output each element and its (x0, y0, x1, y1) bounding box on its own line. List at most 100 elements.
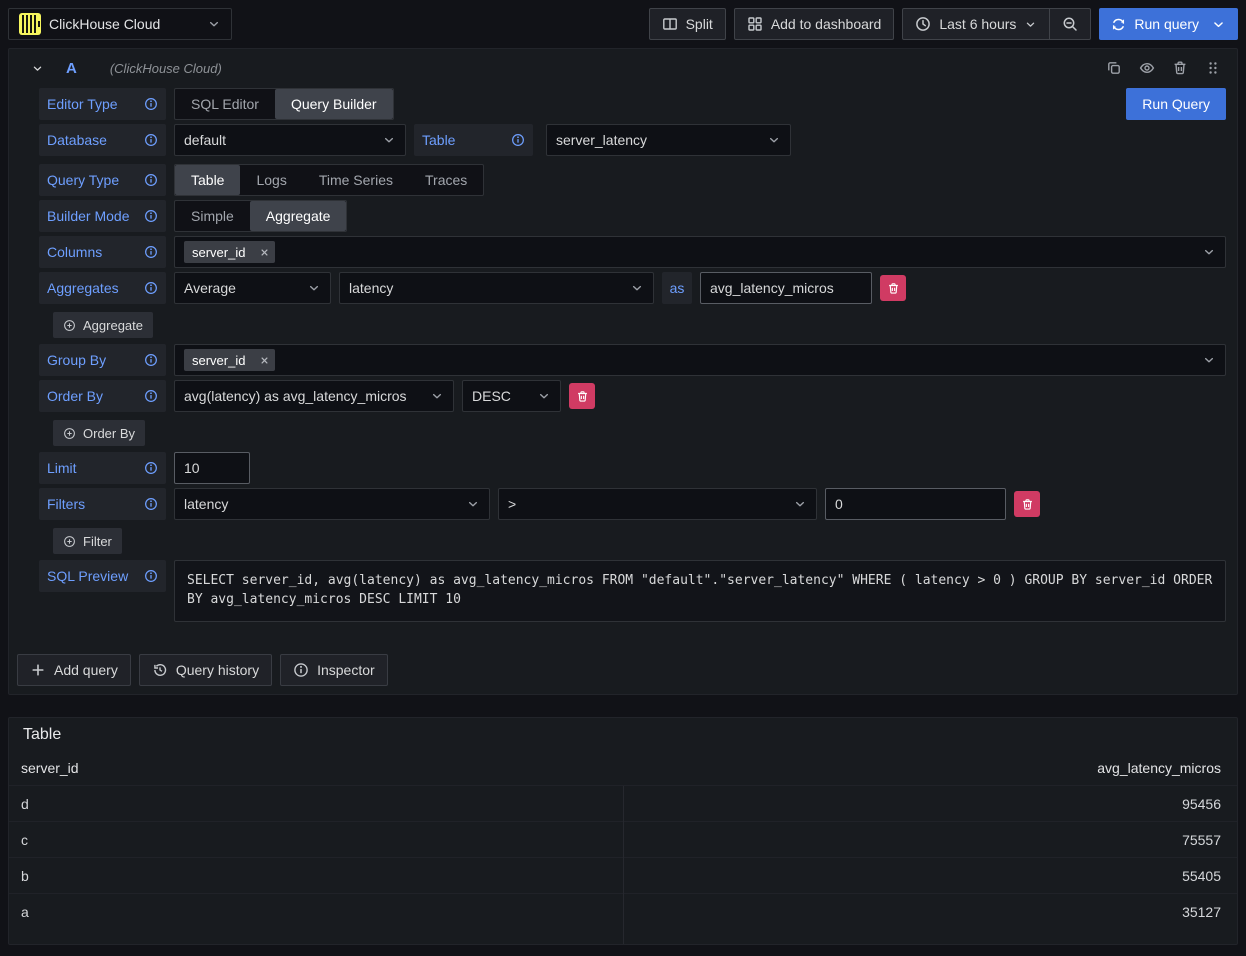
collapse-chevron-icon[interactable] (31, 62, 44, 75)
group-by-multiselect[interactable]: server_id (174, 344, 1226, 376)
order-direction-select[interactable]: DESC (462, 380, 561, 412)
add-query-button[interactable]: Add query (17, 654, 131, 686)
time-range-button[interactable]: Last 6 hours (902, 8, 1050, 40)
aggregates-label: Aggregates (39, 272, 166, 304)
limit-row: Limit (39, 452, 1226, 484)
delete-aggregate-button[interactable] (880, 275, 906, 301)
info-icon[interactable] (144, 497, 158, 511)
table-select[interactable]: server_latency (546, 124, 791, 156)
order-direction-value: DESC (472, 388, 511, 404)
option-query-builder[interactable]: Query Builder (275, 89, 393, 119)
column-header-avg-latency[interactable]: avg_latency_micros (621, 760, 1221, 776)
aggregate-function-select[interactable]: Average (174, 272, 331, 304)
query-history-button[interactable]: Query history (139, 654, 272, 686)
chevron-down-icon (382, 133, 396, 147)
option-aggregate[interactable]: Aggregate (250, 201, 347, 231)
split-icon (662, 16, 678, 32)
aggregate-function-value: Average (184, 280, 236, 296)
trash-icon (1021, 498, 1034, 511)
results-table-panel: Table server_id avg_latency_micros d 954… (8, 717, 1238, 945)
drag-handle-icon[interactable] (1205, 60, 1221, 76)
chevron-down-icon (767, 133, 781, 147)
label-text: Aggregates (47, 280, 119, 296)
filter-value-input[interactable] (825, 488, 1006, 520)
explore-toolbar: ClickHouse Cloud Split Add to dashboard … (0, 0, 1246, 48)
close-x-icon[interactable] (259, 247, 270, 258)
sync-icon (1111, 17, 1126, 32)
label-text: Order By (47, 388, 103, 404)
label-text: Database (47, 132, 107, 148)
option-traces[interactable]: Traces (409, 165, 483, 195)
inspector-button[interactable]: Inspector (280, 654, 388, 686)
info-icon[interactable] (144, 173, 158, 187)
chevron-down-icon (793, 497, 807, 511)
chevron-down-icon (1211, 17, 1226, 32)
option-sql-editor[interactable]: SQL Editor (175, 89, 275, 119)
info-icon[interactable] (144, 245, 158, 259)
chevron-down-icon (207, 17, 221, 31)
sql-preview-text: SELECT server_id, avg(latency) as avg_la… (174, 560, 1226, 622)
add-order-by-button[interactable]: Order By (53, 420, 145, 446)
filter-operator-value: > (508, 496, 516, 512)
datasource-picker[interactable]: ClickHouse Cloud (8, 8, 232, 40)
info-icon[interactable] (144, 97, 158, 111)
trash-icon[interactable] (1172, 60, 1188, 76)
eye-icon[interactable] (1139, 60, 1155, 76)
trash-icon (576, 390, 589, 403)
editor-type-label: Editor Type (39, 88, 166, 120)
cell-server-id: a (21, 904, 621, 920)
info-icon[interactable] (144, 389, 158, 403)
copy-query-icon[interactable] (1106, 60, 1122, 76)
split-button[interactable]: Split (649, 8, 726, 40)
aggregate-column-select[interactable]: latency (339, 272, 654, 304)
table-label: Table (414, 124, 533, 156)
delete-order-by-button[interactable] (569, 383, 595, 409)
button-label: Add query (54, 662, 118, 678)
datasource-hint: (ClickHouse Cloud) (110, 61, 222, 76)
run-query-toolbar-button[interactable]: Run query (1099, 8, 1238, 40)
columns-multiselect[interactable]: server_id (174, 236, 1226, 268)
button-label: Aggregate (83, 318, 143, 333)
delete-filter-button[interactable] (1014, 491, 1040, 517)
chevron-down-icon (307, 281, 321, 295)
order-by-expression-select[interactable]: avg(latency) as avg_latency_micros (174, 380, 454, 412)
order-by-label: Order By (39, 380, 166, 412)
aggregate-column-value: latency (349, 280, 393, 296)
option-table[interactable]: Table (175, 165, 240, 195)
datasource-name: ClickHouse Cloud (49, 16, 160, 32)
label-text: Filters (47, 496, 85, 512)
info-icon[interactable] (144, 569, 158, 583)
run-query-button[interactable]: Run Query (1126, 88, 1226, 120)
cell-server-id: b (21, 868, 621, 884)
info-icon[interactable] (511, 133, 525, 147)
close-x-icon[interactable] (259, 355, 270, 366)
button-label: Inspector (317, 662, 375, 678)
info-icon[interactable] (144, 133, 158, 147)
add-to-dashboard-button[interactable]: Add to dashboard (734, 8, 895, 40)
option-time-series[interactable]: Time Series (303, 165, 409, 195)
add-filter-button[interactable]: Filter (53, 528, 122, 554)
database-select[interactable]: default (174, 124, 406, 156)
info-icon[interactable] (144, 209, 158, 223)
explore-footer-buttons: Add query Query history Inspector (9, 626, 1237, 694)
info-icon[interactable] (144, 353, 158, 367)
info-icon[interactable] (144, 281, 158, 295)
aggregate-alias-input[interactable] (700, 272, 872, 304)
info-icon[interactable] (144, 461, 158, 475)
label-text: Query Type (47, 172, 119, 188)
add-aggregate-button[interactable]: Aggregate (53, 312, 153, 338)
zoom-out-button[interactable] (1049, 8, 1091, 40)
option-logs[interactable]: Logs (240, 165, 302, 195)
filter-operator-select[interactable]: > (498, 488, 817, 520)
circle-plus-icon (63, 535, 76, 548)
limit-input[interactable] (174, 452, 250, 484)
filter-column-select[interactable]: latency (174, 488, 490, 520)
option-simple[interactable]: Simple (175, 201, 250, 231)
chevron-down-icon (1024, 18, 1037, 31)
database-label: Database (39, 124, 166, 156)
query-type-row: Query Type Table Logs Time Series Traces (39, 164, 1226, 196)
column-header-server-id[interactable]: server_id (21, 760, 621, 776)
query-editor-panel: A (ClickHouse Cloud) Editor Type SQL Edi… (8, 48, 1238, 695)
sql-preview-row: SQL Preview SELECT server_id, avg(latenc… (39, 560, 1226, 622)
label-text: Group By (47, 352, 106, 368)
